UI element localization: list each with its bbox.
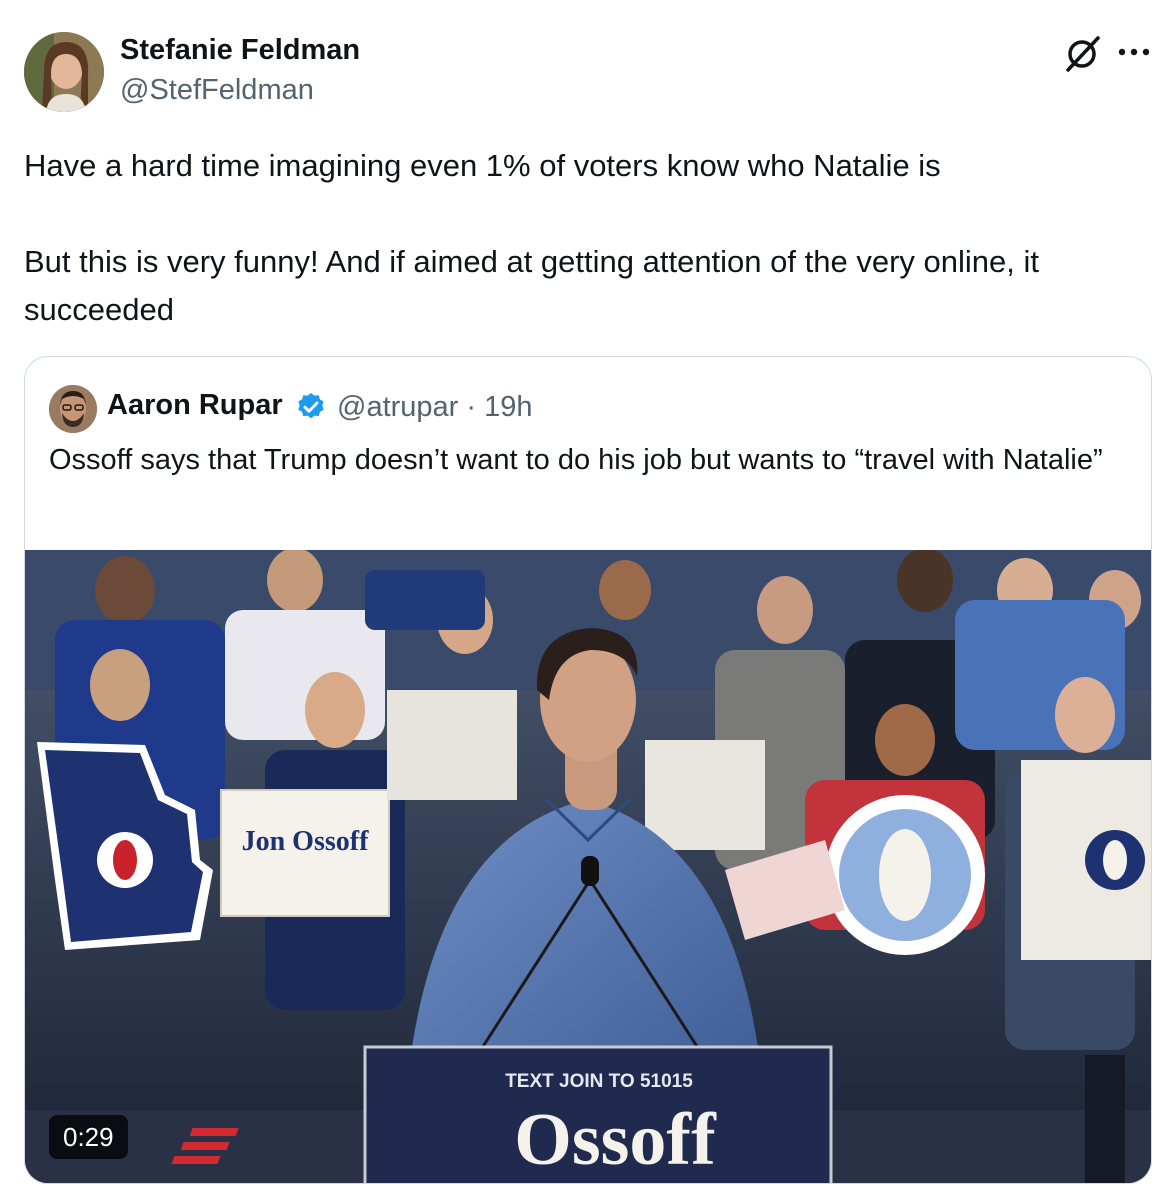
- video-thumbnail: Jon Ossoff TEXT JOIN TO 51015 Ossoff: [25, 548, 1151, 1183]
- quote-meta: @atrupar · 19h: [337, 391, 533, 424]
- quote-avatar[interactable]: [49, 385, 97, 433]
- tweet-line-1: Have a hard time imagining even 1% of vo…: [24, 148, 941, 183]
- more-icon[interactable]: [1112, 34, 1156, 74]
- quote-author-name[interactable]: Aaron Rupar: [107, 389, 283, 422]
- quote-time[interactable]: 19h: [484, 391, 532, 423]
- quote-text: Ossoff says that Trump doesn’t want to d…: [49, 444, 1103, 476]
- author-handle[interactable]: @StefFeldman: [120, 74, 314, 107]
- podium-name: Ossoff: [514, 1099, 717, 1181]
- tweet-text: Have a hard time imagining even 1% of vo…: [24, 142, 1160, 334]
- tweet-line-2: But this is very funny! And if aimed at …: [24, 244, 1039, 327]
- separator: ·: [466, 391, 477, 423]
- verified-badge-icon: [295, 391, 327, 423]
- podium-cta-text: TEXT JOIN TO 51015: [505, 1071, 693, 1092]
- video-player[interactable]: Jon Ossoff TEXT JOIN TO 51015 Ossoff 0:2…: [25, 548, 1151, 1183]
- quoted-tweet[interactable]: Aaron Rupar @atrupar · 19h Ossoff says t…: [24, 356, 1152, 1184]
- author-avatar[interactable]: [24, 32, 104, 112]
- crowd-sign-text: Jon Ossoff: [242, 826, 369, 857]
- quote-author-handle[interactable]: @atrupar: [337, 391, 458, 423]
- grok-icon[interactable]: [1060, 32, 1104, 76]
- video-duration-badge: 0:29: [49, 1115, 128, 1159]
- author-name[interactable]: Stefanie Feldman: [120, 34, 360, 67]
